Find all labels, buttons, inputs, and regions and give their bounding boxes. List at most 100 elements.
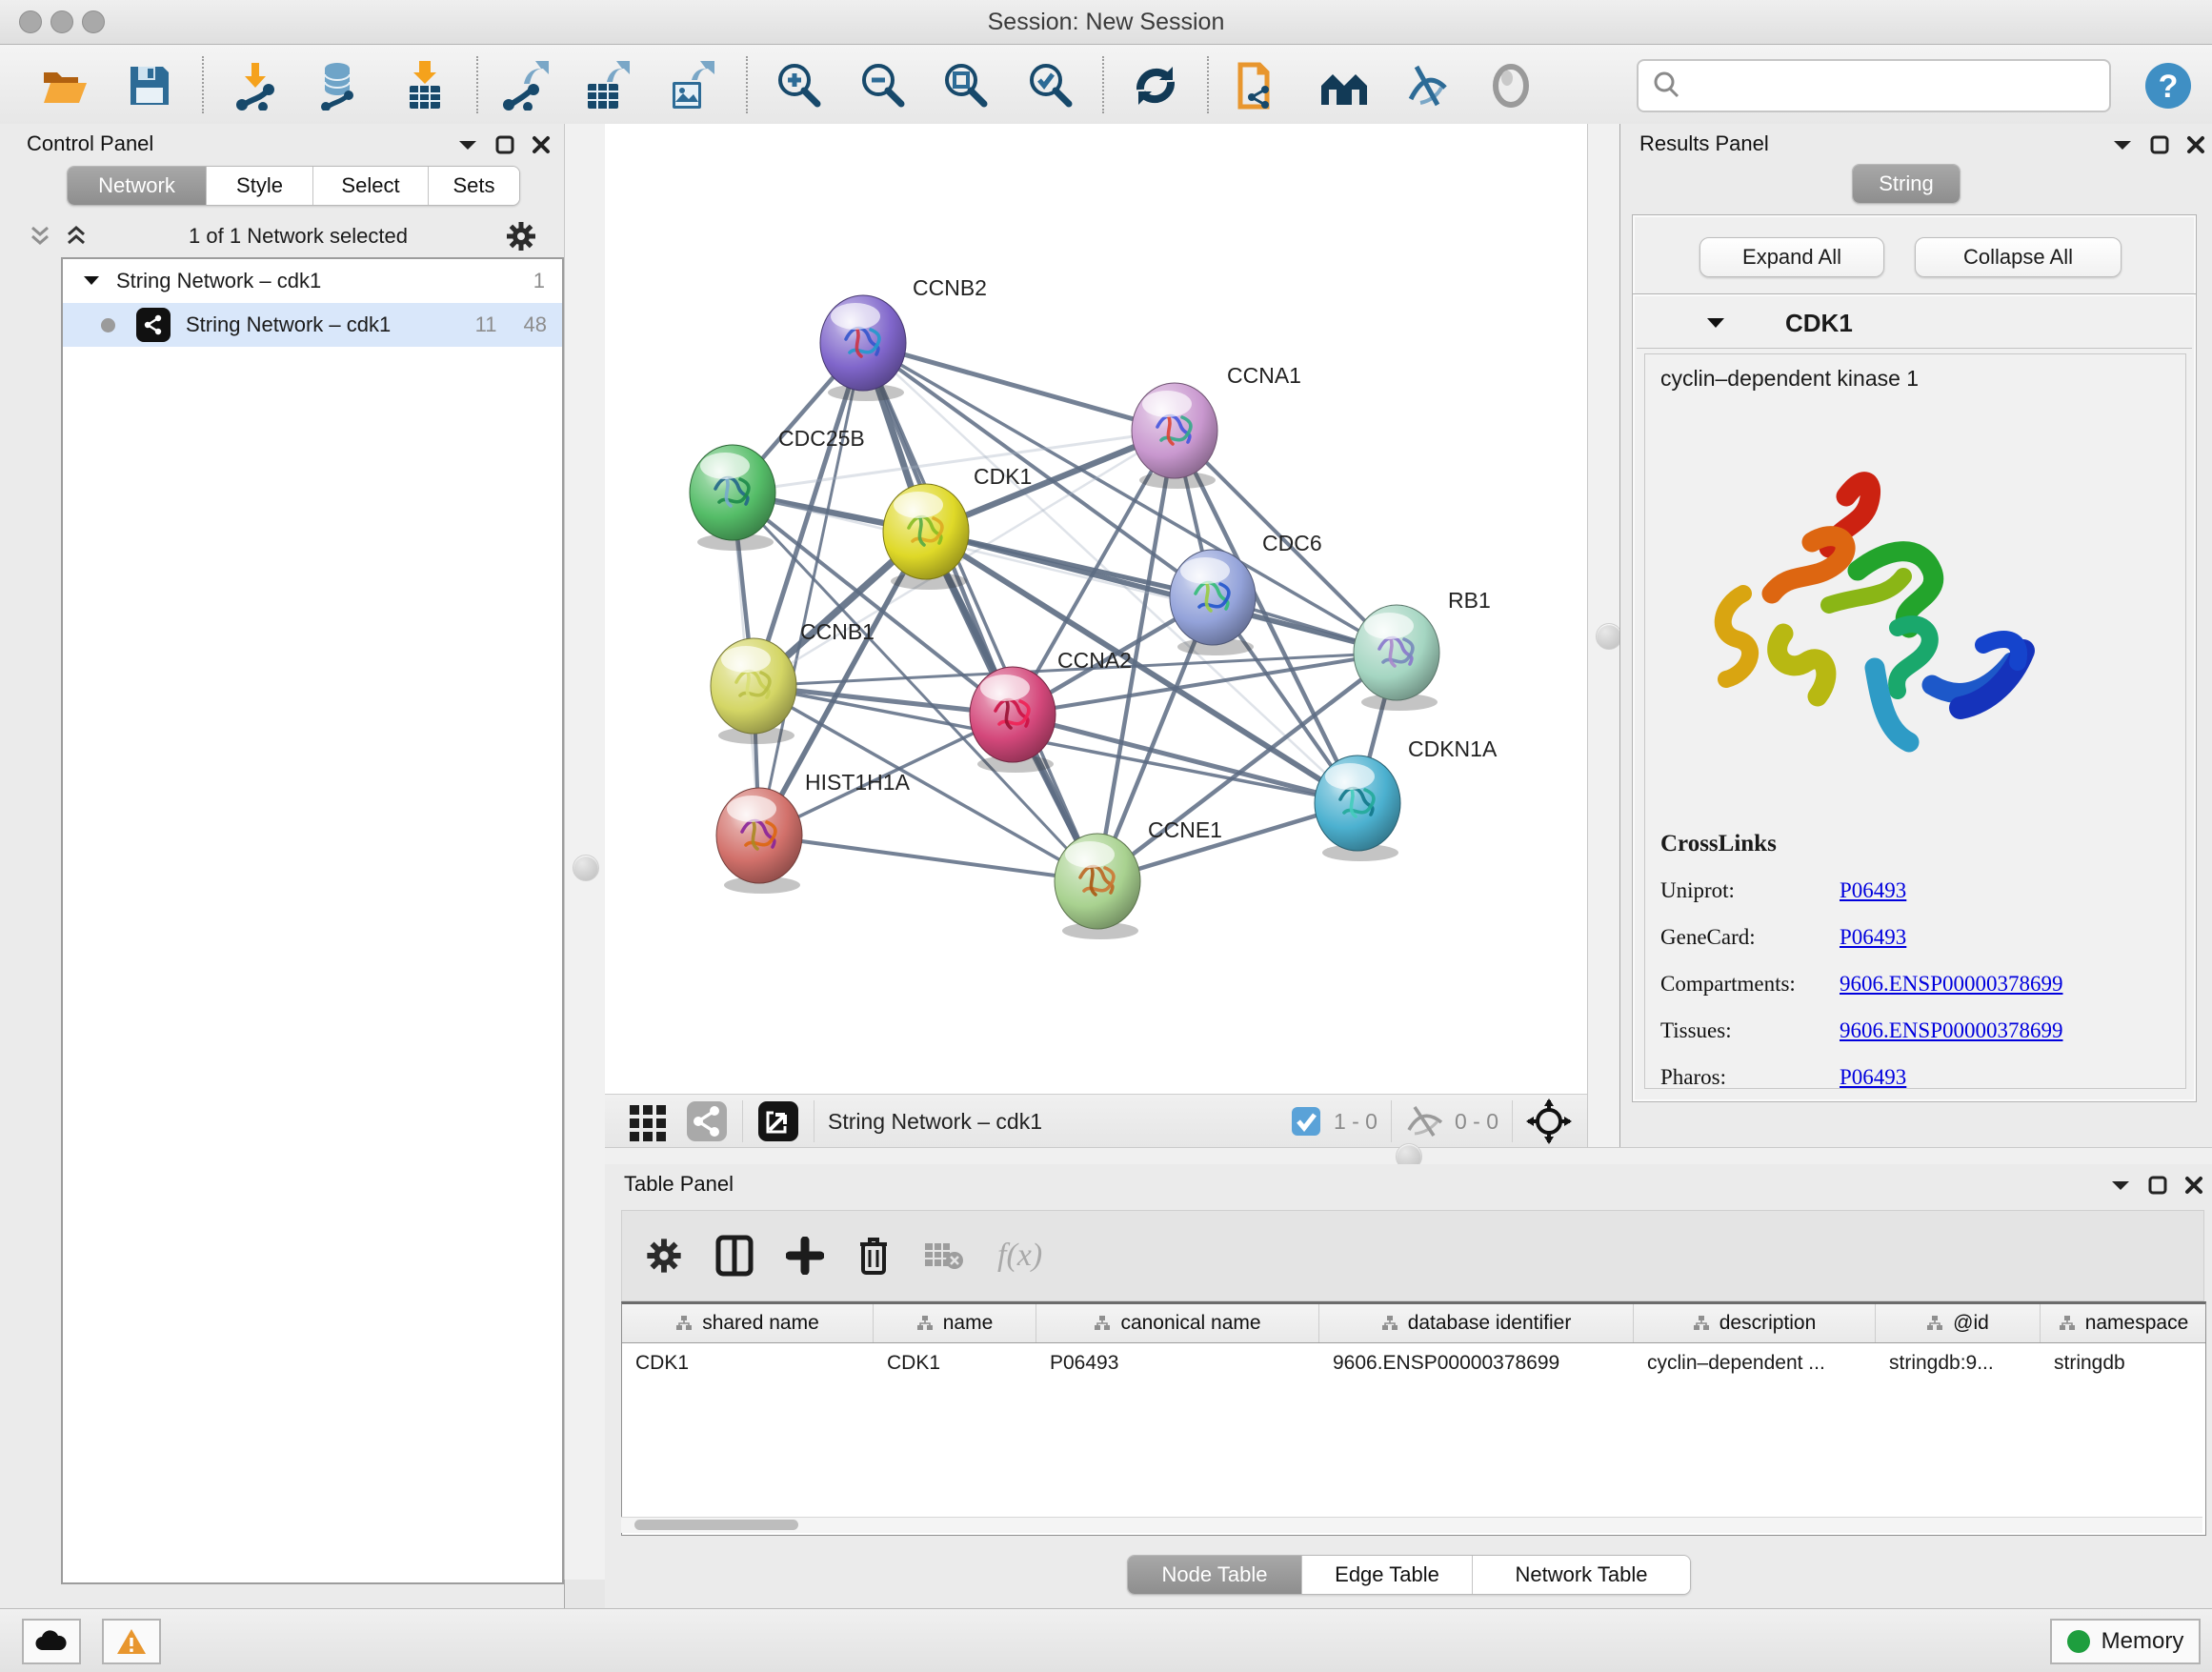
node-CCNA1[interactable] <box>1132 383 1217 489</box>
tree-expander-icon[interactable] <box>82 273 101 289</box>
delete-table-icon <box>923 1239 965 1272</box>
left-splitter-handle[interactable] <box>573 855 599 881</box>
tab-node-table[interactable]: Node Table <box>1128 1556 1302 1594</box>
panel-close-icon[interactable] <box>532 135 551 154</box>
column-header-shared-name[interactable]: shared name <box>622 1304 874 1342</box>
export-network-icon[interactable] <box>499 61 549 111</box>
network-list-view-icon[interactable] <box>685 1099 729 1143</box>
zoom-out-icon[interactable] <box>857 61 907 111</box>
expand-all-icon[interactable] <box>63 224 91 249</box>
detach-view-icon[interactable] <box>756 1099 800 1143</box>
show-columns-icon[interactable] <box>715 1235 754 1277</box>
tab-network[interactable]: Network <box>68 167 207 205</box>
table-cell[interactable]: cyclin–dependent ... <box>1634 1343 1876 1375</box>
export-table-icon[interactable] <box>580 61 630 111</box>
crosslink-link[interactable]: P06493 <box>1840 925 1906 950</box>
panel-float-icon[interactable] <box>2148 1176 2167 1195</box>
gene-section-header[interactable]: CDK1 <box>1637 298 2192 349</box>
network-collection-label: String Network – cdk1 <box>116 269 321 293</box>
panel-close-icon[interactable] <box>2186 135 2205 154</box>
column-header-canonical-name[interactable]: canonical name <box>1036 1304 1319 1342</box>
selected-checkbox-icon[interactable] <box>1290 1105 1322 1138</box>
horizontal-splitter[interactable] <box>605 1147 2212 1166</box>
export-image-icon[interactable] <box>665 61 714 111</box>
import-table-icon[interactable] <box>400 61 450 111</box>
grid-view-icon[interactable] <box>626 1099 670 1143</box>
hide-unhide-icon[interactable] <box>1403 61 1453 111</box>
memory-button[interactable]: Memory <box>2050 1619 2201 1664</box>
table-options-gear-icon[interactable] <box>645 1237 683 1275</box>
tab-network-table[interactable]: Network Table <box>1473 1556 1690 1594</box>
birds-eye-icon[interactable] <box>1486 61 1536 111</box>
gene-expander-icon[interactable] <box>1705 315 1726 331</box>
table-cell[interactable]: 9606.ENSP00000378699 <box>1319 1343 1634 1375</box>
panel-float-icon[interactable] <box>495 135 514 154</box>
panel-close-icon[interactable] <box>2184 1176 2203 1195</box>
right-splitter-handle[interactable] <box>1596 623 1622 650</box>
scrollbar-thumb[interactable] <box>634 1520 798 1530</box>
import-network-database-icon[interactable] <box>312 61 362 111</box>
tab-select[interactable]: Select <box>313 167 429 205</box>
table-horizontal-scrollbar[interactable] <box>621 1517 2202 1533</box>
tab-edge-table[interactable]: Edge Table <box>1302 1556 1473 1594</box>
import-network-icon[interactable] <box>231 61 280 111</box>
crosslink-link[interactable]: P06493 <box>1840 878 1906 903</box>
table-cell[interactable]: CDK1 <box>622 1343 874 1375</box>
table-cell[interactable]: stringdb <box>2041 1343 2206 1375</box>
node-CDKN1A[interactable] <box>1315 755 1400 861</box>
crosslink-link[interactable]: P06493 <box>1840 1065 1906 1090</box>
warnings-button[interactable] <box>102 1619 161 1664</box>
node-CCNB2[interactable] <box>820 295 906 401</box>
network-row-selected[interactable]: String Network – cdk1 11 48 <box>63 303 562 347</box>
edge-CCNB2-CCNE1[interactable] <box>863 343 1097 881</box>
tab-string[interactable]: String <box>1853 165 1960 203</box>
zoom-in-icon[interactable] <box>774 61 823 111</box>
node-CDC25B[interactable] <box>690 445 775 551</box>
help-icon[interactable]: ? <box>2143 61 2193 111</box>
crosslink-link[interactable]: 9606.ENSP00000378699 <box>1840 972 2063 997</box>
delete-column-icon[interactable] <box>856 1235 891 1277</box>
open-session-icon[interactable] <box>40 61 90 111</box>
collapse-all-icon[interactable] <box>27 224 55 249</box>
search-box[interactable] <box>1637 59 2111 112</box>
left-splitter[interactable] <box>564 124 607 1580</box>
column-header-namespace[interactable]: namespace <box>2041 1304 2206 1342</box>
panel-menu-icon[interactable] <box>457 138 478 151</box>
zoom-selected-icon[interactable] <box>1025 61 1075 111</box>
node-RB1[interactable] <box>1354 605 1439 711</box>
tab-sets[interactable]: Sets <box>429 167 519 205</box>
collapse-all-button[interactable]: Collapse All <box>1915 237 2122 277</box>
panel-menu-icon[interactable] <box>2112 138 2133 151</box>
network-collection-row[interactable]: String Network – cdk1 1 <box>63 259 562 303</box>
network-options-gear-icon[interactable] <box>505 220 537 252</box>
table-cell[interactable]: CDK1 <box>874 1343 1036 1375</box>
node-CCNB1[interactable] <box>711 638 796 744</box>
network-canvas[interactable]: CCNB2CCNA1CDC25BCDK1CDC6RB1CCNB1CCNA2CDK… <box>605 124 1587 1094</box>
edge-HIST1H1A-CCNE1[interactable] <box>759 836 1097 881</box>
table-cell[interactable]: P06493 <box>1036 1343 1319 1375</box>
zoom-fit-icon[interactable] <box>940 61 990 111</box>
share-document-icon[interactable] <box>1233 61 1282 111</box>
string-home-icon[interactable] <box>1319 61 1369 111</box>
cloud-button[interactable] <box>22 1619 81 1664</box>
save-session-icon[interactable] <box>125 61 174 111</box>
column-header-database-identifier[interactable]: database identifier <box>1319 1304 1634 1342</box>
table-cell[interactable]: stringdb:9... <box>1876 1343 2041 1375</box>
column-header-name[interactable]: name <box>874 1304 1036 1342</box>
panel-float-icon[interactable] <box>2150 135 2169 154</box>
refresh-icon[interactable] <box>1131 61 1180 111</box>
search-input[interactable] <box>1686 72 2090 99</box>
crosslink-link[interactable]: 9606.ENSP00000378699 <box>1840 1018 2063 1043</box>
table-row[interactable]: CDK1CDK1P064939606.ENSP00000378699cyclin… <box>622 1343 2205 1375</box>
panel-menu-icon[interactable] <box>2110 1178 2131 1192</box>
edge-CCNB2-HIST1H1A[interactable] <box>759 343 863 836</box>
tab-style[interactable]: Style <box>207 167 313 205</box>
node-CCNE1[interactable] <box>1055 834 1140 939</box>
column-header-description[interactable]: description <box>1634 1304 1876 1342</box>
column-header-@id[interactable]: @id <box>1876 1304 2041 1342</box>
expand-all-button[interactable]: Expand All <box>1699 237 1884 277</box>
add-column-icon[interactable] <box>786 1237 824 1275</box>
edge-CDK1-RB1[interactable] <box>926 532 1397 653</box>
node-HIST1H1A[interactable] <box>716 788 802 894</box>
birdseye-toggle-icon[interactable] <box>1526 1098 1572 1144</box>
